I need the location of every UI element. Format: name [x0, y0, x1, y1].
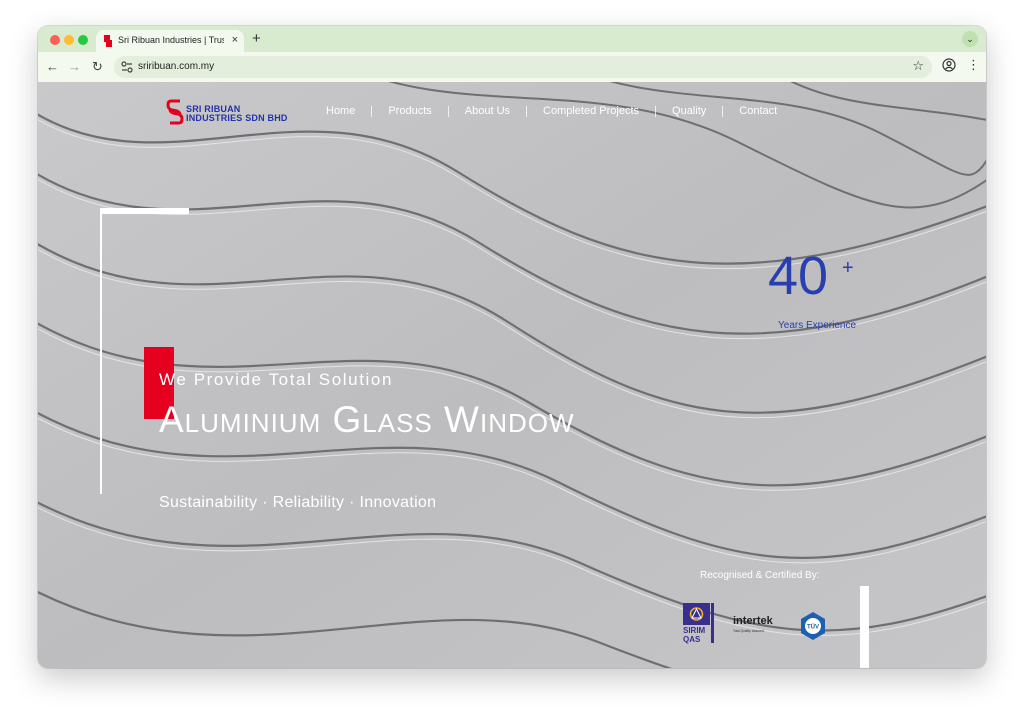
- tab-title: Sri Ribuan Industries | Trusted: [118, 35, 224, 45]
- nav-completed-projects[interactable]: Completed Projects: [527, 105, 655, 117]
- hero-subline: Sustainability · Reliability · Innovatio…: [159, 494, 437, 511]
- company-logo[interactable]: SRI RIBUAN INDUSTRIES SDN BHD: [166, 98, 288, 128]
- tuv-logo: TÜV: [801, 612, 825, 640]
- nav-home[interactable]: Home: [310, 105, 371, 117]
- profile-icon[interactable]: [942, 58, 956, 72]
- url-text: sriribuan.com.my: [138, 61, 215, 72]
- nav-contact[interactable]: Contact: [723, 105, 793, 117]
- main-nav: Home Products About Us Completed Project…: [310, 103, 793, 119]
- browser-window: Sri Ribuan Industries | Trusted × + ⌄ ← …: [38, 26, 986, 668]
- nav-products[interactable]: Products: [372, 105, 447, 117]
- tab-strip: Sri Ribuan Industries | Trusted × + ⌄: [38, 26, 986, 52]
- bookmark-star-icon[interactable]: ☆: [912, 58, 924, 74]
- experience-plus: +: [842, 257, 854, 279]
- forward-button[interactable]: →: [68, 58, 81, 76]
- intertek-logo: intertek Total Quality. Assured.: [733, 615, 774, 633]
- tab-close-icon[interactable]: ×: [232, 33, 238, 47]
- experience-label: Years Experience: [778, 320, 857, 331]
- tuv-logo-text: TÜV: [807, 624, 819, 631]
- back-button[interactable]: ←: [46, 58, 59, 76]
- intertek-logo-text: intertek: [733, 615, 774, 627]
- address-bar[interactable]: sriribuan.com.my ☆: [114, 56, 932, 78]
- qas-logo-text: QAS: [683, 635, 701, 644]
- maximize-window-button[interactable]: [78, 35, 88, 45]
- browser-toolbar: ← → ↻ sriribuan.com.my ☆ ⋮: [38, 52, 986, 82]
- site-settings-icon[interactable]: [120, 60, 134, 74]
- reload-button[interactable]: ↻: [92, 58, 103, 76]
- hero-tagline: We Provide Total Solution: [159, 370, 394, 389]
- certification-label: Recognised & Certified By:: [700, 570, 820, 581]
- browser-menu-icon[interactable]: ⋮: [967, 57, 980, 73]
- hero-frame-top: [100, 208, 189, 214]
- tab-search-chevron-icon[interactable]: ⌄: [962, 31, 978, 47]
- close-window-button[interactable]: [50, 35, 60, 45]
- site-favicon-icon: [104, 35, 112, 47]
- sirim-logo-text: SIRIM: [683, 626, 706, 635]
- browser-tab[interactable]: Sri Ribuan Industries | Trusted ×: [96, 30, 244, 52]
- hero-headline: Aluminium Glass Window: [159, 399, 575, 440]
- sirim-qas-logo: SIRIM QAS: [683, 603, 714, 644]
- nav-about-us[interactable]: About Us: [449, 105, 526, 117]
- company-logo-mark-icon: [166, 99, 184, 125]
- intertek-tagline: Total Quality. Assured.: [733, 629, 765, 633]
- logo-line-2: INDUSTRIES SDN BHD: [186, 113, 288, 123]
- minimize-window-button[interactable]: [64, 35, 74, 45]
- certification-accent-bar: [860, 586, 869, 668]
- new-tab-button[interactable]: +: [252, 30, 261, 48]
- nav-quality[interactable]: Quality: [656, 105, 722, 117]
- hero-frame-left: [100, 208, 102, 494]
- experience-number: 40: [768, 246, 829, 306]
- web-page: SRI RIBUAN INDUSTRIES SDN BHD Home Produ…: [38, 82, 986, 668]
